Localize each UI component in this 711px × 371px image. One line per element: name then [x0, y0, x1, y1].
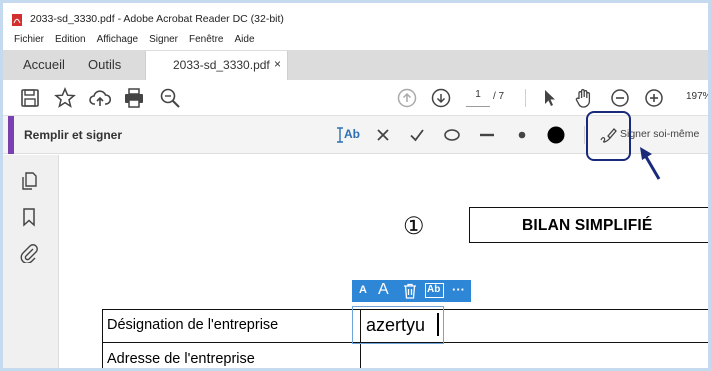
- field-style-label: Ab: [427, 284, 441, 295]
- menu-affichage[interactable]: Affichage: [97, 34, 139, 48]
- title-bar: 2033-sd_3330.pdf - Adobe Acrobat Reader …: [3, 3, 708, 33]
- text-field-toolbar: A A Ab ···: [352, 280, 471, 302]
- tab-accueil[interactable]: Accueil: [23, 57, 65, 72]
- tab-bar: Accueil Outils 2033-sd_3330.pdf ×: [3, 50, 708, 80]
- page-down-icon[interactable]: [430, 87, 452, 109]
- tab-document[interactable]: 2033-sd_3330.pdf ×: [145, 51, 288, 80]
- current-page-input[interactable]: 1: [466, 89, 490, 107]
- fill-sign-title: Remplir et signer: [24, 128, 123, 142]
- menu-bar: Fichier Edition Affichage Signer Fenêtre…: [3, 34, 255, 48]
- sign-yourself-label: Signer soi-même: [620, 128, 700, 140]
- zoom-search-icon[interactable]: [159, 87, 181, 109]
- tab-close-icon[interactable]: ×: [274, 57, 281, 71]
- color-picker-icon[interactable]: [546, 125, 566, 145]
- total-pages: / 7: [493, 91, 505, 102]
- document-heading: BILAN SIMPLIFIÉ: [522, 217, 653, 234]
- zoom-in-icon[interactable]: [643, 87, 665, 109]
- section-number: ①: [403, 213, 425, 240]
- save-icon[interactable]: [19, 87, 41, 109]
- menu-fenetre[interactable]: Fenêtre: [189, 34, 223, 48]
- text-caret: [437, 313, 439, 336]
- page-up-icon[interactable]: [396, 87, 418, 109]
- menu-aide[interactable]: Aide: [234, 34, 254, 48]
- zoom-level[interactable]: 197%: [686, 91, 708, 102]
- check-mark-icon[interactable]: [407, 125, 427, 145]
- attachment-paperclip-icon[interactable]: [19, 243, 39, 263]
- zoom-out-icon[interactable]: [609, 87, 631, 109]
- highlight-annotation-box: [586, 111, 631, 161]
- app-window: 2033-sd_3330.pdf - Adobe Acrobat Reader …: [0, 0, 711, 371]
- pages-thumbnail-icon[interactable]: [19, 171, 39, 191]
- designation-label: Désignation de l'entreprise: [107, 317, 279, 333]
- star-icon[interactable]: [54, 87, 76, 109]
- left-nav-panel: [3, 155, 59, 368]
- circle-shape-icon[interactable]: [442, 125, 462, 145]
- menu-fichier[interactable]: Fichier: [14, 34, 44, 48]
- menu-edition[interactable]: Edition: [55, 34, 86, 48]
- line-shape-icon[interactable]: [477, 125, 497, 145]
- address-label: Adresse de l'entreprise: [107, 351, 255, 367]
- pdf-file-icon: [12, 14, 22, 26]
- add-text-tool[interactable]: Ab: [336, 125, 360, 145]
- decrease-font-size-button[interactable]: A: [359, 284, 367, 296]
- more-options-button[interactable]: ···: [452, 282, 465, 297]
- dot-shape-icon[interactable]: [512, 125, 532, 145]
- add-text-label: Ab: [344, 127, 360, 141]
- document-heading-box: BILAN SIMPLIFIÉ: [469, 207, 708, 243]
- toolbar-divider: [525, 89, 526, 107]
- select-cursor-icon[interactable]: [539, 87, 561, 109]
- bookmark-icon[interactable]: [19, 207, 39, 227]
- tab-document-label: 2033-sd_3330.pdf: [173, 58, 270, 72]
- field-style-button[interactable]: Ab: [425, 283, 444, 298]
- increase-font-size-button[interactable]: A: [378, 281, 389, 299]
- hand-tool-icon[interactable]: [573, 87, 595, 109]
- trash-icon[interactable]: [403, 283, 417, 299]
- designation-field-value[interactable]: azertyu: [366, 315, 425, 336]
- tab-outils[interactable]: Outils: [88, 57, 121, 72]
- fill-sign-accent: [8, 116, 14, 154]
- cross-mark-icon[interactable]: [373, 125, 393, 145]
- cloud-upload-icon[interactable]: [89, 87, 111, 109]
- print-icon[interactable]: [123, 87, 145, 109]
- menu-signer[interactable]: Signer: [149, 34, 178, 48]
- window-title: 2033-sd_3330.pdf - Adobe Acrobat Reader …: [30, 13, 284, 25]
- signbar-divider: [584, 126, 585, 144]
- text-cursor-icon: [337, 127, 343, 143]
- pointer-arrow-icon: [640, 147, 661, 180]
